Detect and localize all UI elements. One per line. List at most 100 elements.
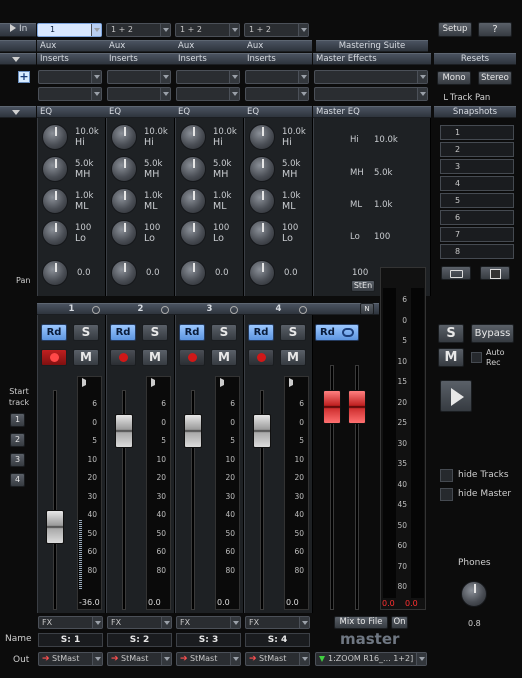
channel-name[interactable]: S: 4 — [245, 633, 310, 647]
pan-knob[interactable] — [42, 260, 68, 286]
play-button[interactable] — [440, 380, 472, 412]
fx-select[interactable]: FX — [38, 616, 103, 629]
solo-button[interactable]: S — [211, 324, 237, 341]
master-fader-left[interactable] — [323, 390, 341, 424]
record-arm-button[interactable] — [110, 349, 136, 366]
snapshot-slot[interactable]: 4 — [440, 176, 514, 191]
input-select-ch3[interactable]: 1 + 2 — [175, 23, 240, 37]
eq-hi-knob[interactable] — [249, 124, 275, 150]
folder-icon[interactable] — [441, 266, 471, 280]
eq-lo-knob[interactable] — [249, 220, 275, 246]
eq-ml-knob[interactable] — [111, 188, 137, 214]
start-track-button[interactable]: 1 — [10, 413, 25, 427]
eq-mh-knob[interactable] — [42, 156, 68, 182]
eq-hi-knob[interactable] — [42, 124, 68, 150]
master-mute-button[interactable]: M — [438, 348, 464, 367]
output-select[interactable]: ➔ StMast — [107, 652, 172, 666]
channel-name[interactable]: S: 1 — [38, 633, 103, 647]
mute-button[interactable]: M — [280, 349, 306, 366]
hide-master-checkbox[interactable] — [440, 488, 453, 501]
output-select[interactable]: ➔ StMast — [176, 652, 241, 666]
phones-knob[interactable] — [461, 581, 487, 607]
insert-slot[interactable] — [38, 70, 102, 84]
start-track-button[interactable]: 3 — [10, 453, 25, 467]
eq-mh-knob[interactable] — [111, 156, 137, 182]
hide-tracks-checkbox[interactable] — [440, 469, 453, 482]
snapshot-slot[interactable]: 1 — [440, 125, 514, 140]
solo-button[interactable]: S — [280, 324, 306, 341]
start-track-button[interactable]: 2 — [10, 433, 25, 447]
pan-knob[interactable] — [180, 260, 206, 286]
fx-select[interactable]: FX — [245, 616, 310, 629]
read-button[interactable]: Rd — [110, 324, 136, 341]
fx-select[interactable]: FX — [176, 616, 241, 629]
snapshot-slot[interactable]: 3 — [440, 159, 514, 174]
fx-select[interactable]: FX — [107, 616, 172, 629]
stereo-enhancer-button[interactable]: StEn — [351, 280, 375, 292]
master-insert-slot[interactable] — [314, 87, 428, 101]
channel-link-icon[interactable] — [299, 306, 307, 314]
mix-on-button[interactable]: On — [391, 616, 408, 629]
solo-button[interactable]: S — [142, 324, 168, 341]
eq-lo-knob[interactable] — [111, 220, 137, 246]
trackpan-label[interactable]: Track Pan — [444, 93, 514, 103]
mastering-suite-header[interactable]: Mastering Suite — [316, 40, 428, 52]
eq-ml-knob[interactable] — [249, 188, 275, 214]
channel-fader[interactable] — [115, 414, 133, 448]
record-arm-button[interactable] — [248, 349, 274, 366]
input-select-ch1[interactable]: 1 — [37, 23, 102, 37]
eq-hi-knob[interactable] — [111, 124, 137, 150]
record-arm-button[interactable] — [41, 349, 67, 366]
bypass-button[interactable]: Bypass — [471, 324, 514, 343]
channel-fader[interactable] — [184, 414, 202, 448]
eq-ml-knob[interactable] — [180, 188, 206, 214]
insert-slot[interactable] — [107, 87, 171, 101]
channel-name[interactable]: S: 3 — [176, 633, 241, 647]
eq-mh-knob[interactable] — [180, 156, 206, 182]
read-button[interactable]: Rd — [179, 324, 205, 341]
snapshot-slot[interactable]: 5 — [440, 193, 514, 208]
input-select-ch4[interactable]: 1 + 2 — [244, 23, 309, 37]
output-select[interactable]: ➔ StMast — [38, 652, 103, 666]
pan-knob[interactable] — [249, 260, 275, 286]
insert-slot[interactable] — [245, 70, 309, 84]
master-output-select[interactable]: 1:ZOOM R16_... 1+2] — [315, 652, 427, 666]
mono-button[interactable]: Mono — [437, 71, 471, 85]
read-button[interactable]: Rd — [248, 324, 274, 341]
master-solo-button[interactable]: S — [438, 324, 464, 343]
mix-to-file-button[interactable]: Mix to File — [334, 616, 388, 629]
insert-slot[interactable] — [176, 70, 240, 84]
inserts-row-header[interactable] — [0, 53, 36, 65]
auto-rec-checkbox[interactable] — [471, 352, 482, 363]
pan-knob[interactable] — [111, 260, 137, 286]
output-select[interactable]: ➔ StMast — [245, 652, 310, 666]
mute-button[interactable]: M — [73, 349, 99, 366]
save-disk-icon[interactable] — [480, 266, 510, 280]
in-label[interactable]: In — [2, 24, 36, 36]
channel-link-icon[interactable] — [92, 306, 100, 314]
solo-button[interactable]: S — [73, 324, 99, 341]
master-n-button[interactable]: N — [360, 303, 374, 315]
read-button[interactable]: Rd — [41, 324, 67, 341]
snapshot-slot[interactable]: 7 — [440, 227, 514, 242]
insert-slot[interactable] — [176, 87, 240, 101]
channel-name[interactable]: S: 2 — [107, 633, 172, 647]
master-fader-right[interactable] — [348, 390, 366, 424]
input-select-ch2[interactable]: 1 + 2 — [106, 23, 171, 37]
eq-lo-knob[interactable] — [42, 220, 68, 246]
snapshot-slot[interactable]: 6 — [440, 210, 514, 225]
mute-button[interactable]: M — [211, 349, 237, 366]
help-button[interactable]: ? — [478, 22, 512, 37]
master-read-button[interactable]: Rd — [315, 324, 359, 341]
eq-lo-knob[interactable] — [180, 220, 206, 246]
mute-button[interactable]: M — [142, 349, 168, 366]
setup-button[interactable]: Setup — [438, 22, 472, 37]
add-insert-button[interactable]: + — [18, 71, 30, 83]
eq-row-header[interactable] — [0, 106, 36, 118]
channel-link-icon[interactable] — [230, 306, 238, 314]
start-track-button[interactable]: 4 — [10, 473, 25, 487]
snapshot-slot[interactable]: 8 — [440, 244, 514, 259]
stereo-button[interactable]: Stereo — [478, 71, 512, 85]
channel-fader[interactable] — [253, 414, 271, 448]
eq-mh-knob[interactable] — [249, 156, 275, 182]
